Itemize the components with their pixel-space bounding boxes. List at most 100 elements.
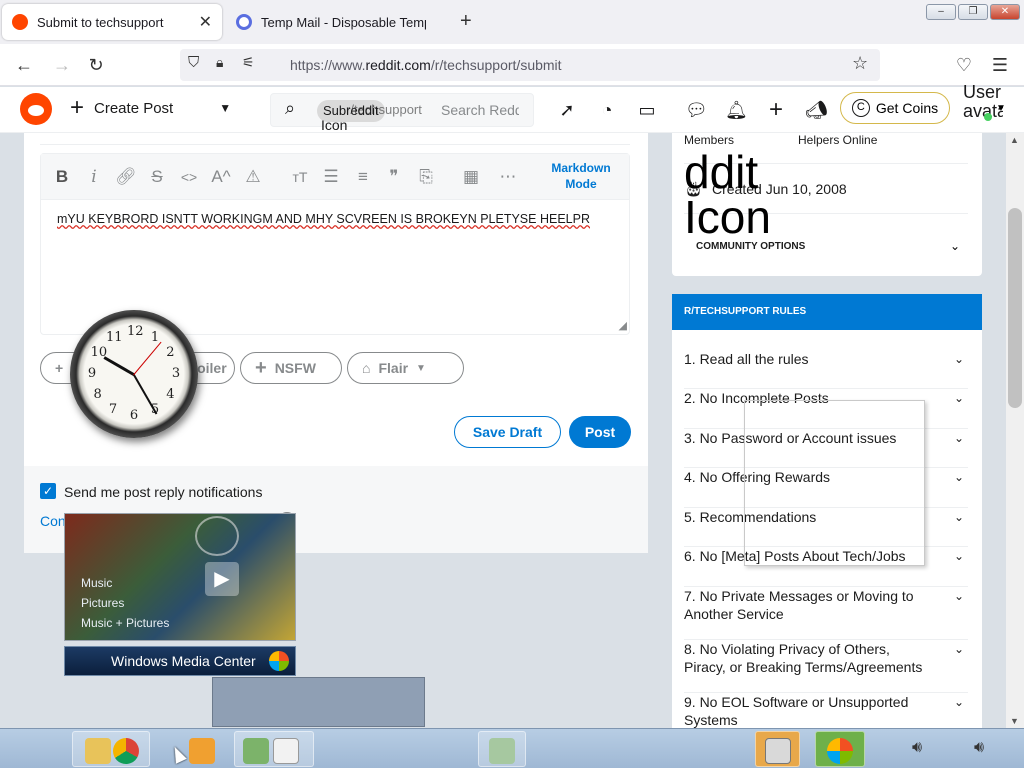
- forward-icon[interactable]: →: [50, 53, 74, 77]
- volume-icon[interactable]: 🔊︎: [912, 739, 922, 757]
- notifications-checkbox[interactable]: ✓: [40, 483, 56, 499]
- numbered-list-icon[interactable]: ≡: [352, 166, 374, 188]
- chevron-down-icon: ⌄: [953, 589, 964, 603]
- popular-icon[interactable]: ➚: [556, 99, 578, 121]
- post-body-text[interactable]: mYU KEYBRORD ISNTT WORKINGM AND MHY SCVR…: [57, 209, 617, 229]
- rule-item[interactable]: 1. Read all the rules ⌄: [684, 350, 968, 389]
- close-window-button[interactable]: ✕: [990, 4, 1020, 20]
- scroll-down-icon[interactable]: ▼: [1010, 716, 1019, 726]
- close-tab-icon[interactable]: ✕: [199, 12, 212, 32]
- user-menu-chevron-icon[interactable]: ▼: [996, 103, 1006, 114]
- chevron-down-icon: ⌄: [953, 642, 964, 656]
- media-player-icon: [189, 738, 215, 764]
- search-input[interactable]: Search Reddit: [441, 102, 519, 118]
- tag-icon: ⌂: [362, 360, 371, 376]
- user-avatar-alt-text[interactable]: User avatar: [963, 83, 1003, 121]
- create-post-label: Create Post: [94, 99, 174, 117]
- back-icon[interactable]: ←: [12, 53, 36, 77]
- lock-icon[interactable]: 🔒︎: [216, 54, 223, 71]
- inline-code-icon[interactable]: <>: [178, 166, 200, 188]
- shield-icon[interactable]: ⛉: [188, 54, 199, 71]
- taskbar-calculator[interactable]: [755, 731, 800, 767]
- tab-temp-mail[interactable]: Temp Mail - Disposable Tempo: [226, 4, 456, 40]
- music-item[interactable]: Music: [81, 576, 112, 590]
- nsfw-button[interactable]: + NSFW: [240, 352, 342, 384]
- minimize-button[interactable]: –: [926, 4, 956, 20]
- post-button[interactable]: Post: [569, 416, 631, 448]
- media-center-gadget[interactable]: ▶ Music Pictures Music + Pictures Window…: [64, 513, 296, 676]
- rule-item[interactable]: 7. No Private Messages or Moving to Anot…: [684, 587, 968, 640]
- chevron-down-icon: ▼: [416, 362, 426, 374]
- create-post-dropdown[interactable]: + Create Post ▼: [70, 96, 231, 120]
- scrollbar-thumb[interactable]: [1008, 208, 1022, 408]
- link-icon[interactable]: 🔗︎: [115, 166, 137, 188]
- code-block-icon[interactable]: ⎘: [415, 166, 437, 188]
- pictures-item[interactable]: Pictures: [81, 596, 124, 610]
- media-center-tiles[interactable]: ▶ Music Pictures Music + Pictures: [64, 513, 296, 641]
- page-scrollbar[interactable]: ▲ ▼: [1006, 133, 1024, 728]
- create-plus-icon[interactable]: +: [765, 98, 787, 122]
- clock-gadget[interactable]: 121234567891011: [70, 310, 198, 438]
- get-coins-button[interactable]: C Get Coins: [840, 92, 950, 124]
- chevron-down-icon: ⌄: [953, 352, 964, 366]
- tab-submit-to-techsupport[interactable]: Submit to techsupport ✕: [2, 4, 222, 40]
- scroll-up-icon[interactable]: ▲: [1010, 135, 1019, 145]
- italic-icon[interactable]: i: [83, 166, 105, 188]
- more-icon[interactable]: ⋯: [497, 166, 519, 188]
- title-field-edge: [40, 133, 630, 145]
- clock-numeral: 7: [108, 402, 118, 418]
- permissions-icon[interactable]: ⚟: [242, 54, 255, 71]
- address-bar[interactable]: ⛉ 🔒︎ ⚟ https://www.reddit.com/r/techsupp…: [180, 49, 880, 81]
- post-body-content: mYU KEYBRORD ISNTT WORKINGM AND MHY SCVR…: [57, 212, 590, 226]
- notification-bell-icon[interactable]: 🔔︎: [725, 99, 748, 121]
- quote-icon[interactable]: ❞: [383, 166, 405, 188]
- reddit-logo-icon[interactable]: [20, 93, 52, 125]
- resize-handle-icon[interactable]: ◢: [619, 319, 627, 332]
- save-draft-button[interactable]: Save Draft: [454, 416, 561, 448]
- menu-icon[interactable]: ☰: [988, 53, 1012, 77]
- strikethrough-icon[interactable]: S: [146, 166, 168, 188]
- taskbar-media-player[interactable]: [182, 731, 220, 767]
- advertise-megaphone-icon[interactable]: 📣︎: [805, 99, 828, 121]
- stats-icon[interactable]: ◔: [596, 99, 618, 121]
- markdown-mode-button[interactable]: Markdown Mode: [541, 160, 621, 192]
- media-center-title-bar[interactable]: Windows Media Center: [64, 646, 296, 676]
- taskbar-start-orb[interactable]: [815, 731, 865, 767]
- rule-item[interactable]: 8. No Violating Privacy of Others, Pirac…: [684, 640, 968, 693]
- bold-icon[interactable]: B: [51, 166, 73, 188]
- coin-icon: C: [851, 99, 870, 117]
- rule-text: 8. No Violating Privacy of Others, Pirac…: [684, 641, 923, 675]
- rich-text-editor[interactable]: B i 🔗︎ S <> A^ ⚠ тT ☰ ≡ ❞ ⎘ ▦ ⋯ Markdown…: [40, 153, 630, 335]
- bulleted-list-icon[interactable]: ☰: [320, 166, 342, 188]
- search-bar[interactable]: ⌕ Subreddit r/techsupport Icon Search Re…: [270, 93, 534, 133]
- clock-numeral: 3: [171, 366, 181, 381]
- music-pictures-item[interactable]: Music + Pictures: [81, 616, 169, 630]
- chat-icon[interactable]: 💬︎: [685, 99, 708, 121]
- gadget-placeholder: [212, 677, 425, 727]
- new-tab-button[interactable]: +: [460, 10, 472, 33]
- taskbar-gadgets-solitaire[interactable]: [234, 731, 314, 767]
- members-label: Members: [684, 133, 735, 147]
- reload-icon[interactable]: ↻: [84, 53, 108, 77]
- flair-button[interactable]: ⌂ Flair ▼: [347, 352, 464, 384]
- spoiler-icon[interactable]: ⚠: [242, 166, 264, 188]
- taskbar-explorer-chrome[interactable]: [72, 731, 150, 767]
- notes-icon: [489, 738, 515, 764]
- clock-second-hand: [133, 341, 162, 376]
- gadget-icon: [243, 738, 269, 764]
- connect-prefix: Con: [40, 513, 66, 529]
- taskbar-notes[interactable]: [478, 731, 526, 767]
- bookmark-star-icon[interactable]: ☆: [852, 53, 868, 74]
- superscript-icon[interactable]: A^: [210, 166, 232, 188]
- notifications-label: Send me post reply notifications: [64, 484, 263, 500]
- maximize-button[interactable]: ❐: [958, 4, 988, 20]
- pocket-icon[interactable]: ♡: [952, 53, 976, 77]
- video-icon[interactable]: ▭: [636, 99, 658, 121]
- heading-icon[interactable]: тT: [289, 166, 311, 188]
- clock-numeral: 4: [166, 387, 175, 402]
- chevron-down-icon: ⌄: [953, 549, 964, 563]
- url-text[interactable]: https://www.reddit.com/r/techsupport/sub…: [290, 57, 562, 73]
- chevron-down-icon: ⌄: [953, 391, 964, 405]
- volume-icon-2[interactable]: 🔊︎: [974, 739, 984, 757]
- table-icon[interactable]: ▦: [460, 166, 482, 188]
